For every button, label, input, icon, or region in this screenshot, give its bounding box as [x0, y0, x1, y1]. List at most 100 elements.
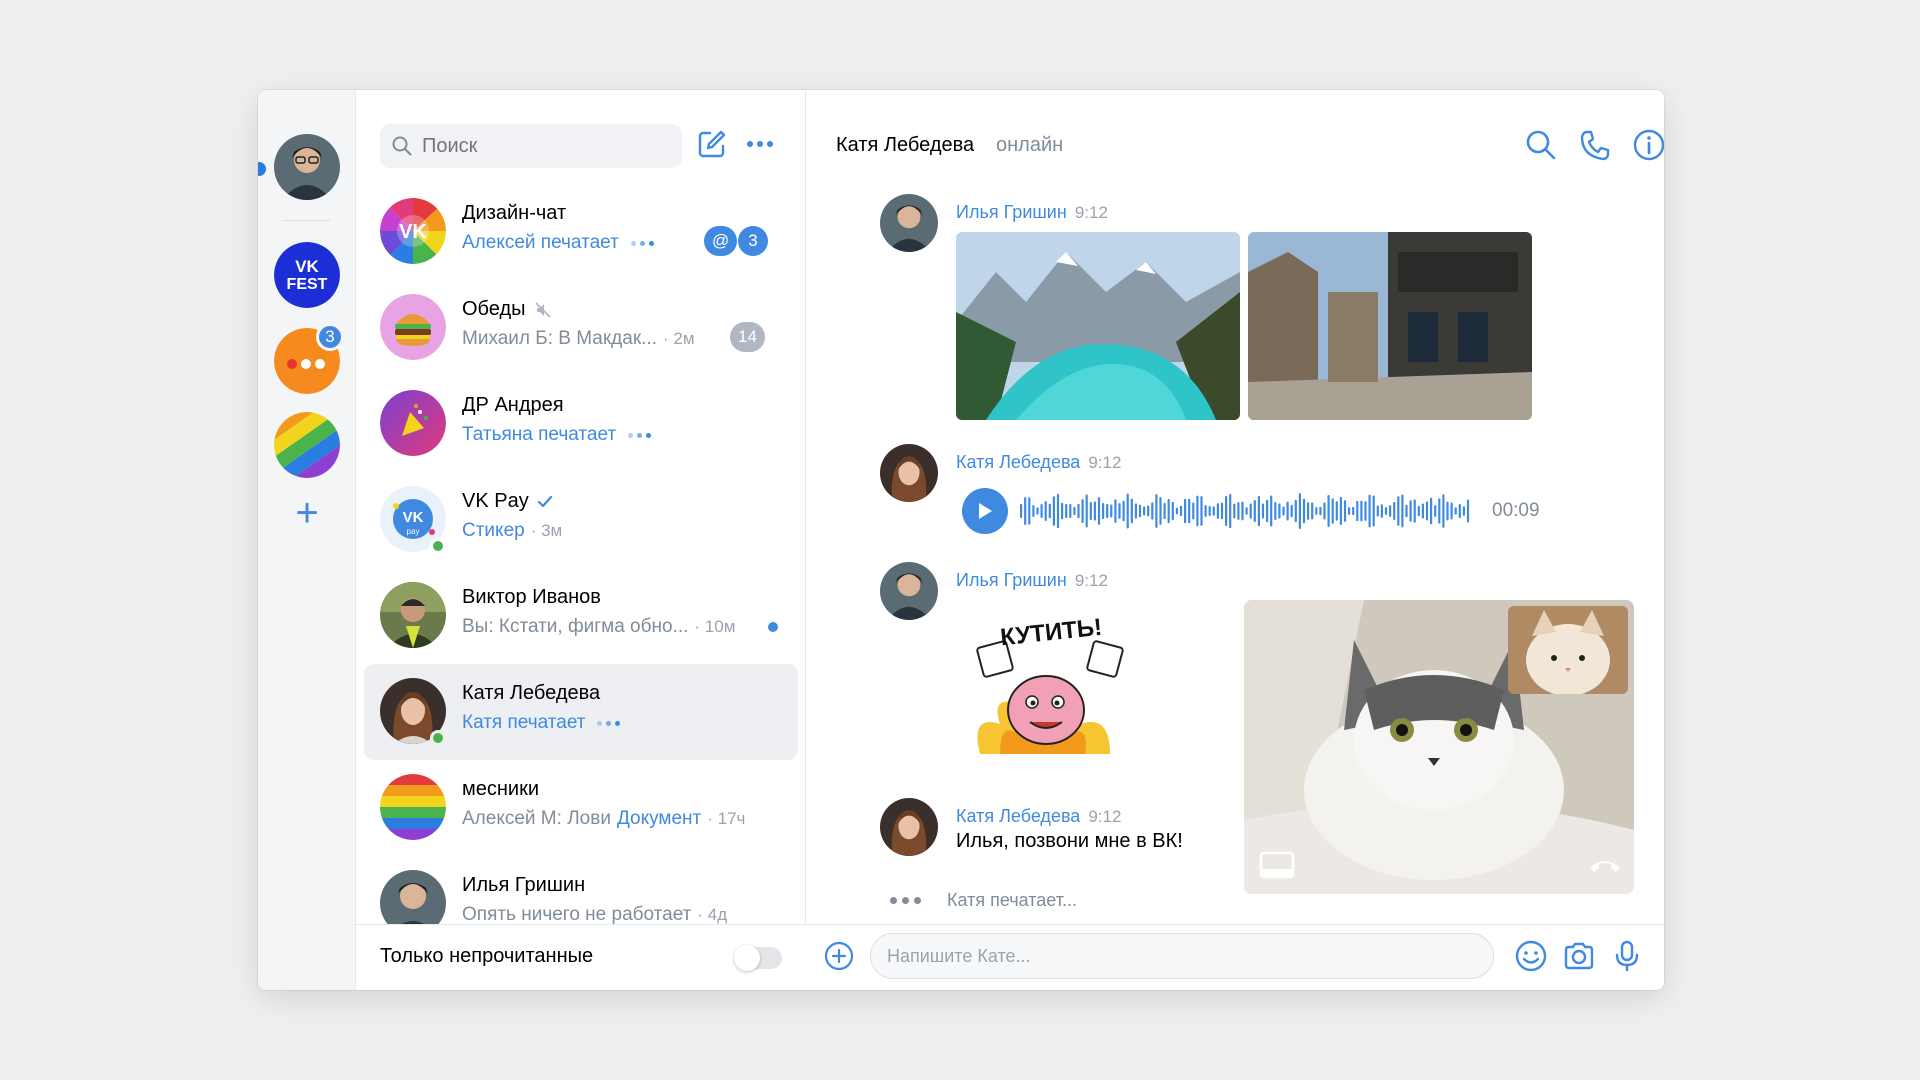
search-icon — [392, 136, 412, 156]
waveform-bar — [1409, 500, 1412, 522]
waveform-bar — [1114, 499, 1117, 523]
waveform-bar — [1302, 498, 1306, 524]
rainbow-community-avatar[interactable] — [274, 412, 340, 478]
conversation-header: Катя Лебедева онлайн — [806, 90, 1664, 190]
message-input[interactable] — [870, 933, 1494, 979]
play-button[interactable] — [962, 488, 1008, 534]
chat-item-andrey-birthday[interactable]: ДР Андрея Татьяна печатает — [364, 376, 798, 472]
self-view-pip[interactable] — [1508, 606, 1628, 694]
waveform-bar — [1085, 494, 1088, 528]
waveform-bar — [1106, 503, 1109, 519]
message-author[interactable]: Катя Лебедева 9:12 — [956, 452, 1121, 473]
author-name: Илья Гришин — [956, 570, 1067, 590]
list-footer: Только непрочитанные — [356, 924, 806, 990]
audio-waveform[interactable] — [1020, 488, 1474, 534]
unread-only-toggle[interactable] — [734, 945, 782, 971]
message-avatar[interactable] — [880, 798, 938, 856]
waveform-bar — [1376, 505, 1379, 517]
waveform-bar — [1307, 502, 1310, 520]
chat-avatar: VK — [380, 198, 446, 264]
search-icon[interactable] — [1524, 128, 1558, 162]
waveform-bar — [1417, 505, 1420, 517]
waveform-bar — [1348, 507, 1351, 515]
active-account-indicator — [258, 162, 266, 176]
waveform-bar — [1261, 503, 1265, 519]
attach-icon[interactable] — [824, 941, 854, 971]
vkfest-community-avatar[interactable]: VK FEST — [274, 242, 340, 308]
play-icon — [979, 503, 992, 519]
waveform-bar — [1290, 504, 1293, 518]
conversation-title[interactable]: Катя Лебедева — [836, 134, 974, 157]
waveform-bar — [1155, 494, 1158, 528]
waveform-bar — [1323, 502, 1326, 520]
author-name: Катя Лебедева — [956, 452, 1081, 472]
chat-list-panel: VK Дизайн-чат Алексей печатает @ 3 Обеды… — [356, 90, 806, 990]
svg-text:VK: VK — [399, 221, 427, 243]
chat-item-ilya-grishin[interactable]: Илья Гришин Опять ничего не работает · 4д — [364, 856, 798, 924]
minimize-video-icon[interactable] — [1258, 850, 1296, 880]
unread-dot — [768, 622, 778, 632]
emoji-icon[interactable] — [1514, 939, 1548, 973]
message-avatar[interactable] — [880, 444, 938, 502]
camera-icon[interactable] — [1562, 939, 1596, 973]
chat-item-lunch[interactable]: Обеды Михаил Б: В Макдак... · 2м 14 — [364, 280, 798, 376]
info-icon[interactable] — [1632, 128, 1664, 162]
messenger-window: VK FEST 3 + VK Дизайн-чат Алексей печата… — [258, 90, 1664, 990]
waveform-bar — [1368, 494, 1371, 528]
document-link[interactable]: Документ — [617, 808, 701, 830]
more-options-icon[interactable] — [744, 130, 776, 158]
waveform-bar — [1339, 496, 1342, 526]
waveform-bar — [1241, 501, 1244, 521]
unread-counter-muted: 14 — [730, 322, 765, 352]
end-call-icon[interactable] — [1586, 850, 1624, 880]
chat-last-message: Алексей М: Лови — [462, 808, 611, 829]
waveform-bar — [1036, 507, 1039, 515]
message-avatar[interactable] — [880, 562, 938, 620]
waveform-bar — [1266, 499, 1269, 523]
phone-icon[interactable] — [1578, 128, 1612, 162]
chat-time: · 2м — [662, 329, 695, 348]
photo-mountain-lake[interactable] — [956, 232, 1240, 420]
profile-avatar[interactable] — [274, 134, 340, 200]
waveform-bar — [1446, 501, 1449, 521]
chat-name: Дизайн-чат — [462, 202, 567, 224]
microphone-icon[interactable] — [1610, 939, 1644, 973]
vkfest-label-top: VK — [295, 257, 319, 276]
waveform-bar — [1286, 501, 1289, 521]
waveform-bar — [1196, 495, 1199, 527]
video-call-window[interactable] — [1244, 600, 1634, 894]
unread-only-label: Только непрочитанные — [380, 945, 594, 967]
waveform-bar — [1122, 500, 1125, 522]
waveform-bar — [1364, 501, 1367, 521]
message-author[interactable]: Катя Лебедева 9:12 — [956, 806, 1121, 827]
message-avatar[interactable] — [880, 194, 938, 252]
chat-item-viktor-ivanov[interactable]: Виктор Иванов Вы: Кстати, фигма обно... ·… — [364, 568, 798, 664]
waveform-bar — [1442, 494, 1445, 528]
waveform-bar — [1466, 499, 1470, 523]
waveform-bar — [1130, 498, 1133, 524]
waveform-bar — [1327, 495, 1330, 527]
photo-old-street[interactable] — [1248, 232, 1532, 420]
waveform-bar — [1401, 494, 1404, 528]
chat-item-mesniki[interactable]: месники Алексей М: Лови Документ · 17ч — [364, 760, 798, 856]
typing-dots-icon — [628, 432, 652, 438]
waveform-bar — [1118, 503, 1121, 519]
svg-text:VK: VK — [403, 509, 424, 526]
search-input[interactable] — [422, 134, 662, 158]
chat-item-design-chat[interactable]: VK Дизайн-чат Алексей печатает @ 3 — [364, 184, 798, 280]
waveform-bar — [1089, 502, 1092, 520]
chat-item-katya-lebedeva[interactable]: Катя Лебедева Катя печатает — [364, 664, 798, 760]
search-box[interactable] — [380, 124, 682, 168]
message-time: 9:12 — [1074, 203, 1108, 222]
waveform-bar — [1298, 493, 1301, 529]
chat-item-vk-pay[interactable]: VK pay VK Pay Стикер · 3м — [364, 472, 798, 568]
rail-divider — [284, 220, 330, 221]
kutit-sticker[interactable]: КУТИТЬ! — [960, 604, 1140, 764]
waveform-bar — [1462, 506, 1465, 516]
message-author[interactable]: Илья Гришин 9:12 — [956, 570, 1108, 591]
compose-icon[interactable] — [696, 128, 728, 160]
add-account-button[interactable]: + — [291, 493, 323, 533]
chat-time: · 4д — [697, 905, 728, 924]
message-author[interactable]: Илья Гришин 9:12 — [956, 202, 1108, 223]
waveform-bar — [1179, 505, 1183, 517]
